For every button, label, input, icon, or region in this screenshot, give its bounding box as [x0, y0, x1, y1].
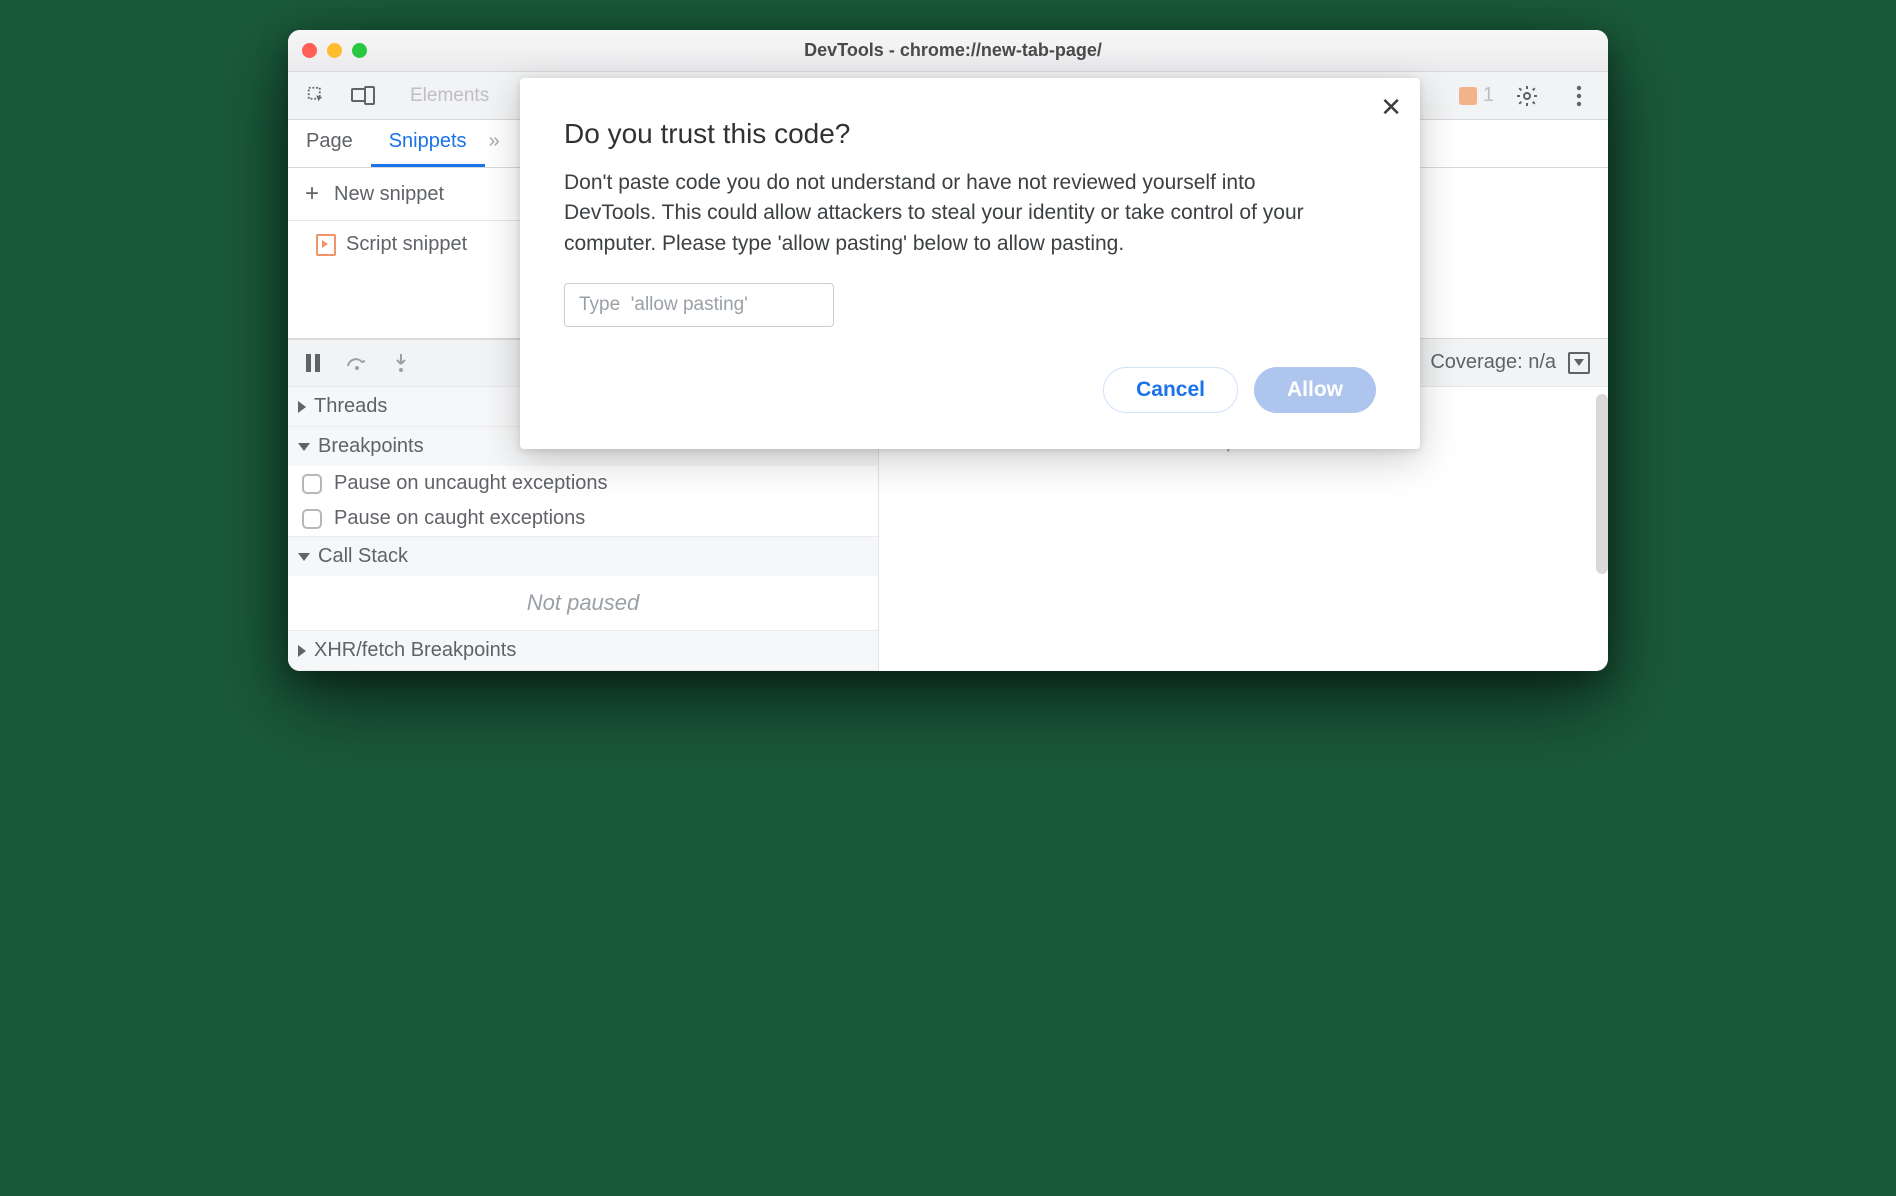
chevron-right-icon	[298, 401, 306, 413]
new-snippet-label: New snippet	[334, 183, 444, 206]
warning-count: 1	[1483, 84, 1494, 107]
pause-caught-label: Pause on caught exceptions	[334, 507, 585, 530]
titlebar: DevTools - chrome://new-tab-page/	[288, 30, 1608, 72]
inspect-element-icon[interactable]	[298, 77, 336, 115]
warnings-badge[interactable]: 1	[1459, 84, 1494, 107]
kebab-menu-icon[interactable]	[1560, 77, 1598, 115]
xhr-section[interactable]: XHR/fetch Breakpoints	[288, 631, 878, 671]
traffic-lights	[302, 43, 367, 58]
allow-button[interactable]: Allow	[1254, 367, 1376, 413]
warning-icon	[1459, 87, 1477, 105]
maximize-window-icon[interactable]	[352, 43, 367, 58]
subtab-snippets[interactable]: Snippets	[371, 120, 485, 167]
cancel-button[interactable]: Cancel	[1103, 367, 1238, 413]
threads-label: Threads	[314, 395, 387, 418]
toolbar-right: 1	[1459, 77, 1598, 115]
pause-caught-row[interactable]: Pause on caught exceptions	[288, 501, 878, 536]
pause-uncaught-row[interactable]: Pause on uncaught exceptions	[288, 466, 878, 501]
step-over-icon[interactable]	[346, 352, 368, 374]
callstack-label: Call Stack	[318, 545, 408, 568]
subtabs-overflow-icon[interactable]: »	[485, 120, 508, 167]
snippet-item-label: Script snippet	[346, 233, 467, 256]
close-window-icon[interactable]	[302, 43, 317, 58]
step-into-icon[interactable]	[390, 352, 412, 374]
snippet-file-icon	[316, 234, 336, 256]
allow-pasting-input[interactable]	[564, 283, 834, 327]
callstack-header[interactable]: Call Stack	[288, 537, 878, 576]
scrollbar[interactable]	[1596, 394, 1608, 574]
window-title: DevTools - chrome://new-tab-page/	[367, 40, 1539, 61]
tab-elements[interactable]: Elements	[396, 79, 503, 113]
close-icon[interactable]: ✕	[1380, 92, 1402, 123]
subtab-page[interactable]: Page	[288, 120, 371, 167]
dialog-title: Do you trust this code?	[564, 118, 1376, 150]
coverage-label: Coverage: n/a	[1430, 351, 1556, 374]
chevron-down-icon	[298, 553, 310, 561]
settings-gear-icon[interactable]	[1508, 77, 1546, 115]
checkbox-icon[interactable]	[302, 509, 322, 529]
device-toolbar-icon[interactable]	[344, 77, 382, 115]
pause-uncaught-label: Pause on uncaught exceptions	[334, 472, 608, 495]
callstack-not-paused: Not paused	[288, 576, 878, 630]
minimize-window-icon[interactable]	[327, 43, 342, 58]
callstack-section: Call Stack Not paused	[288, 537, 878, 631]
pause-icon[interactable]	[302, 352, 324, 374]
checkbox-icon[interactable]	[302, 474, 322, 494]
chevron-down-icon	[298, 443, 310, 451]
coverage-dropdown-icon[interactable]	[1568, 352, 1590, 374]
plus-icon: +	[302, 180, 322, 208]
chevron-right-icon	[298, 645, 306, 657]
breakpoints-label: Breakpoints	[318, 435, 424, 458]
dialog-body: Don't paste code you do not understand o…	[564, 168, 1324, 259]
trust-code-dialog: ✕ Do you trust this code? Don't paste co…	[520, 78, 1420, 449]
devtools-window: DevTools - chrome://new-tab-page/ Elemen…	[288, 30, 1608, 671]
dialog-actions: Cancel Allow	[564, 367, 1376, 413]
xhr-label: XHR/fetch Breakpoints	[314, 639, 516, 662]
